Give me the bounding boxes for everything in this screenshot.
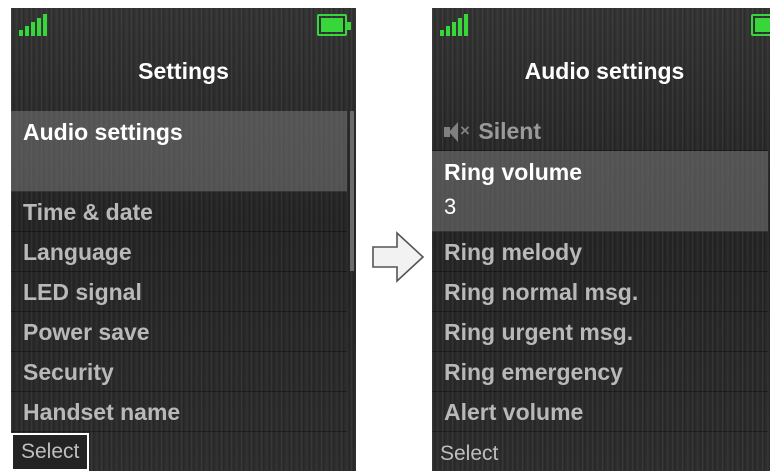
menu-item-label: Power save xyxy=(23,319,150,345)
menu-item-label: Silent xyxy=(478,118,542,144)
menu-item-language[interactable]: Language xyxy=(11,232,347,272)
menu-item-security[interactable]: Security xyxy=(11,352,347,392)
menu-item-ring-normal-msg[interactable]: Ring normal msg. xyxy=(432,272,768,312)
menu-item-label: Security xyxy=(23,359,114,385)
menu-item-label: Language xyxy=(23,239,132,265)
menu-item-label: Time & date xyxy=(23,199,153,225)
menu-item-alert-volume[interactable]: Alert volume xyxy=(432,392,768,432)
menu-item-power-save[interactable]: Power save xyxy=(11,312,347,352)
right-arrow-icon xyxy=(372,231,425,283)
signal-strength-icon xyxy=(19,14,59,36)
select-softkey[interactable]: Select xyxy=(432,436,506,471)
menu-item-label: Ring volume xyxy=(444,159,583,185)
menu-item-label: Ring normal msg. xyxy=(444,279,639,305)
menu-item-audio-settings[interactable]: Audio settings xyxy=(11,111,347,192)
menu-item-label: Audio settings xyxy=(23,119,183,145)
menu-item-ring-emergency[interactable]: Ring emergency xyxy=(432,352,768,392)
settings-screen: Settings Audio settings Time & date Lang… xyxy=(11,8,356,471)
audio-settings-screen: Audio settings × Silent Ring volume 3 Ri… xyxy=(432,8,770,471)
select-softkey[interactable]: Select xyxy=(11,433,90,471)
screen-title: Settings xyxy=(138,58,229,84)
menu-item-ring-melody[interactable]: Ring melody xyxy=(432,232,768,272)
menu-item-ring-volume[interactable]: Ring volume 3 xyxy=(432,151,768,232)
scrollbar[interactable] xyxy=(350,111,354,271)
speaker-muted-icon: × xyxy=(444,121,472,145)
signal-strength-icon xyxy=(440,14,480,36)
settings-menu: Audio settings Time & date Language LED … xyxy=(11,111,347,432)
menu-item-label: Alert volume xyxy=(444,399,584,425)
menu-item-handset-name[interactable]: Handset name xyxy=(11,392,347,432)
menu-item-label: Ring melody xyxy=(444,239,583,265)
battery-icon xyxy=(751,14,770,36)
menu-item-label: LED signal xyxy=(23,279,142,305)
menu-item-ring-urgent-msg[interactable]: Ring urgent msg. xyxy=(432,312,768,352)
menu-item-label: Handset name xyxy=(23,399,181,425)
status-bar xyxy=(432,8,770,48)
battery-icon xyxy=(317,14,351,36)
ring-volume-value: 3 xyxy=(444,194,457,219)
audio-settings-menu: × Silent Ring volume 3 Ring melody Ring … xyxy=(432,111,768,432)
menu-item-silent[interactable]: × Silent xyxy=(432,111,768,151)
screen-title: Audio settings xyxy=(524,58,685,84)
menu-item-time-date[interactable]: Time & date xyxy=(11,192,347,232)
menu-item-label: Ring emergency xyxy=(444,359,623,385)
status-bar xyxy=(11,8,356,48)
menu-item-label: Ring urgent msg. xyxy=(444,319,634,345)
menu-item-led-signal[interactable]: LED signal xyxy=(11,272,347,312)
